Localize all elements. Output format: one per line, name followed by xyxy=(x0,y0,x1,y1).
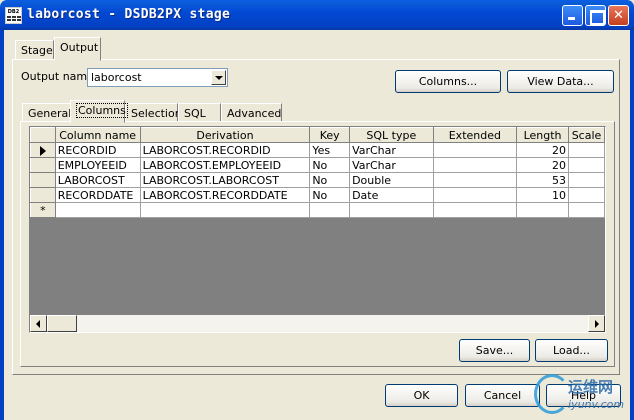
new-row-selector[interactable]: * xyxy=(30,202,56,218)
new-cell[interactable] xyxy=(139,202,311,218)
header-derivation[interactable]: Derivation xyxy=(139,127,311,143)
row-selector[interactable] xyxy=(30,142,56,158)
cell-sql-type[interactable]: VarChar xyxy=(349,157,434,173)
ok-button[interactable]: OK xyxy=(385,384,458,407)
tab-stage-label: Stage xyxy=(21,44,53,57)
cell-scale[interactable] xyxy=(567,187,605,203)
cell-length[interactable]: 20 xyxy=(516,142,569,158)
maximize-button[interactable] xyxy=(585,5,606,26)
db2-app-icon: DB2 xyxy=(5,7,22,24)
tab-selection[interactable]: Selection xyxy=(125,103,182,123)
cell-extended[interactable] xyxy=(432,172,518,188)
chevron-down-icon[interactable] xyxy=(211,70,226,85)
tab-sql[interactable]: SQL xyxy=(178,103,221,123)
app-icon-label: DB2 xyxy=(7,9,20,15)
new-cell[interactable] xyxy=(54,202,141,218)
watermark-line2: iyunv.com xyxy=(568,398,625,411)
tab-columns[interactable]: Columns xyxy=(70,100,128,123)
cell-column-name[interactable]: EMPLOYEEID xyxy=(54,157,141,173)
cell-key[interactable]: Yes xyxy=(309,142,351,158)
cell-length[interactable]: 53 xyxy=(516,172,569,188)
view-data-button[interactable]: View Data... xyxy=(507,70,614,93)
tab-output-label: Output xyxy=(60,41,99,54)
close-button[interactable]: ✕ xyxy=(608,5,629,26)
new-cell[interactable] xyxy=(309,202,351,218)
cell-extended[interactable] xyxy=(432,187,518,203)
save-button[interactable]: Save... xyxy=(459,339,530,362)
table-row[interactable]: RECORDDATE LABORCOST.RECORDDATE No Date … xyxy=(30,187,605,203)
scroll-thumb[interactable] xyxy=(47,315,77,332)
new-cell[interactable] xyxy=(567,202,605,218)
cell-derivation[interactable]: LABORCOST.RECORDDATE xyxy=(139,187,311,203)
new-cell[interactable] xyxy=(516,202,569,218)
scroll-left-icon[interactable] xyxy=(30,315,47,332)
tab-advanced-label: Advanced xyxy=(227,107,282,120)
watermark-line1: 运维网 xyxy=(568,378,614,396)
cell-column-name[interactable]: RECORDID xyxy=(54,142,141,158)
table-row[interactable]: LABORCOST LABORCOST.LABORCOST No Double … xyxy=(30,172,605,188)
row-selector[interactable] xyxy=(30,172,56,188)
cell-key[interactable]: No xyxy=(309,187,351,203)
tab-columns-label: Columns xyxy=(76,103,128,118)
header-key[interactable]: Key xyxy=(309,127,351,143)
table-header-row: Column name Derivation Key SQL type Exte… xyxy=(30,127,605,143)
tab-advanced[interactable]: Advanced xyxy=(221,103,282,123)
cell-length[interactable]: 10 xyxy=(516,187,569,203)
header-sql-type[interactable]: SQL type xyxy=(349,127,434,143)
cell-extended[interactable] xyxy=(432,142,518,158)
header-extended[interactable]: Extended xyxy=(432,127,518,143)
cell-sql-type[interactable]: VarChar xyxy=(349,142,434,158)
header-column-name[interactable]: Column name xyxy=(54,127,141,143)
cell-column-name[interactable]: RECORDDATE xyxy=(54,187,141,203)
close-icon: ✕ xyxy=(613,8,624,23)
cell-sql-type[interactable]: Date xyxy=(349,187,434,203)
tab-output[interactable]: Output xyxy=(54,37,101,61)
cell-scale[interactable] xyxy=(567,172,605,188)
table-row[interactable]: RECORDID LABORCOST.RECORDID Yes VarChar … xyxy=(30,142,605,158)
columns-grid[interactable]: Column name Derivation Key SQL type Exte… xyxy=(29,126,606,333)
cell-column-name[interactable]: LABORCOST xyxy=(54,172,141,188)
minimize-button[interactable] xyxy=(562,5,583,26)
output-name-select[interactable]: laborcost xyxy=(87,68,228,87)
columns-button[interactable]: Columns... xyxy=(395,70,501,93)
columns-table: Column name Derivation Key SQL type Exte… xyxy=(30,127,605,218)
row-selector[interactable] xyxy=(30,187,56,203)
cell-length[interactable]: 20 xyxy=(516,157,569,173)
window-frame-right xyxy=(630,30,634,420)
tab-stage[interactable]: Stage xyxy=(15,40,54,60)
tab-selection-label: Selection xyxy=(131,107,182,120)
new-row[interactable]: * xyxy=(30,202,605,218)
output-name-value: laborcost xyxy=(91,71,142,84)
cell-key[interactable]: No xyxy=(309,172,351,188)
tab-general-label: General xyxy=(28,107,72,120)
tab-general[interactable]: General xyxy=(22,103,71,123)
row-selector[interactable] xyxy=(30,157,56,173)
current-row-pointer-icon xyxy=(39,145,46,156)
cell-derivation[interactable]: LABORCOST.RECORDID xyxy=(139,142,311,158)
scroll-right-icon[interactable] xyxy=(588,315,605,332)
window-title: laborcost - DSDB2PX stage xyxy=(27,7,231,22)
cell-scale[interactable] xyxy=(567,142,605,158)
title-bar[interactable]: DB2 laborcost - DSDB2PX stage ✕ xyxy=(0,0,634,30)
tab-sql-label: SQL xyxy=(184,107,206,120)
row-header-corner xyxy=(30,127,56,143)
watermark: 运维网 iyunv.com xyxy=(528,370,634,420)
cell-scale[interactable] xyxy=(567,157,605,173)
table-row[interactable]: EMPLOYEEID LABORCOST.EMPLOYEEID No VarCh… xyxy=(30,157,605,173)
cell-key[interactable]: No xyxy=(309,157,351,173)
cell-extended[interactable] xyxy=(432,157,518,173)
new-cell[interactable] xyxy=(349,202,434,218)
cell-sql-type[interactable]: Double xyxy=(349,172,434,188)
cell-derivation[interactable]: LABORCOST.LABORCOST xyxy=(139,172,311,188)
header-length[interactable]: Length xyxy=(516,127,569,143)
header-scale[interactable]: Scale xyxy=(567,127,605,143)
watermark-logo-icon xyxy=(534,374,570,414)
window-frame-left xyxy=(0,30,4,420)
load-button[interactable]: Load... xyxy=(535,339,608,362)
cell-derivation[interactable]: LABORCOST.EMPLOYEEID xyxy=(139,157,311,173)
new-cell[interactable] xyxy=(432,202,518,218)
horizontal-scrollbar[interactable] xyxy=(30,315,605,332)
